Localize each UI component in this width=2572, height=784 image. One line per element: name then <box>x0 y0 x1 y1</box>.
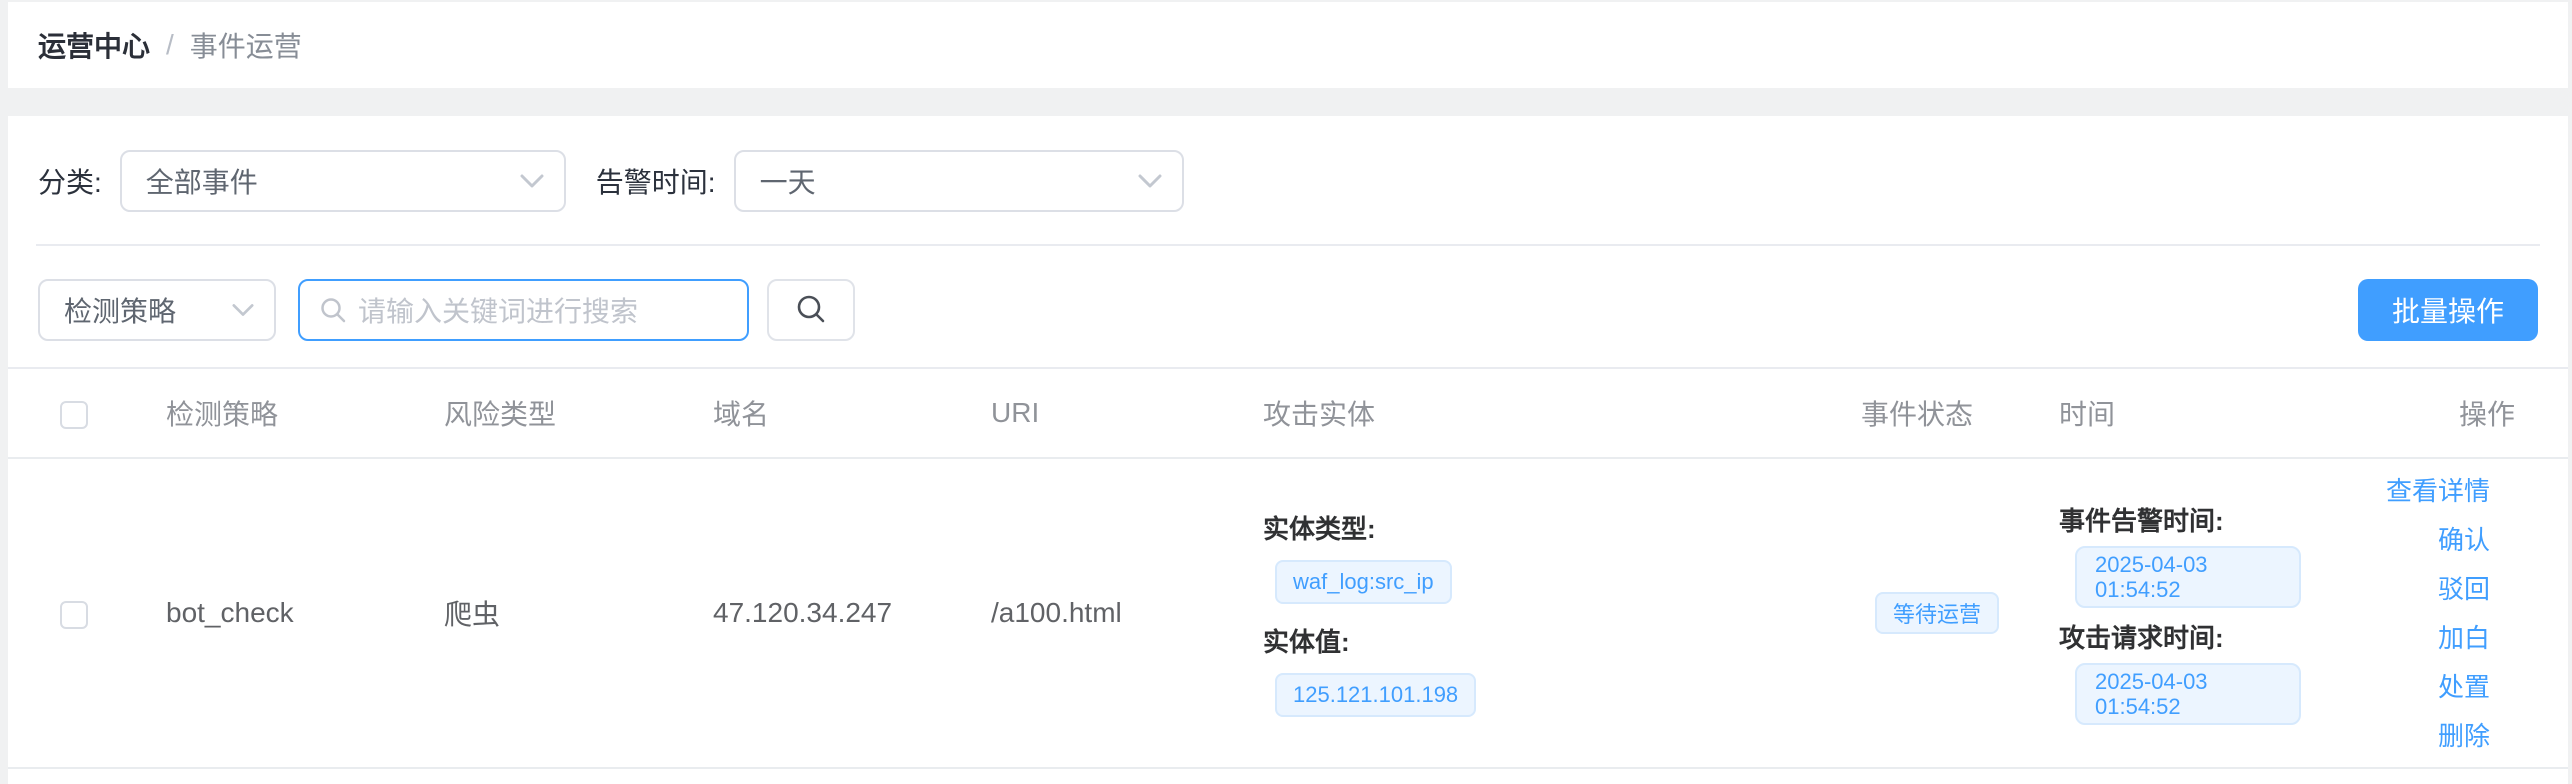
col-header-risk-type: 风险类型 <box>444 399 557 430</box>
cell-strategy: bot_check <box>166 597 294 628</box>
category-select-value: 全部事件 <box>145 167 258 198</box>
header-checkbox-cell <box>8 397 166 429</box>
search-icon <box>793 292 829 328</box>
col-header-attack-entity: 攻击实体 <box>1263 399 1376 430</box>
alert-time-select[interactable]: 一天 <box>733 150 1184 212</box>
table-header-row: 检测策略 风险类型 域名 URI 攻击实体 事件状态 时间 操作 <box>8 367 2568 459</box>
cell-risk-type: 爬虫 <box>444 599 501 630</box>
col-header-strategy: 检测策略 <box>166 399 279 430</box>
breadcrumb-separator: / <box>166 29 174 60</box>
action-whitelist[interactable]: 加白 <box>2438 623 2490 653</box>
entity-type-tag[interactable]: waf_log:src_ip <box>1275 560 1452 604</box>
search-button[interactable] <box>767 279 855 341</box>
toolbar-row: 检测策略 请输入关键词进行搜索 批量操作 <box>8 279 2568 341</box>
strategy-select[interactable]: 检测策略 <box>38 279 276 341</box>
col-header-uri: URI <box>991 397 1040 428</box>
category-select[interactable]: 全部事件 <box>119 150 566 212</box>
search-placeholder: 请输入关键词进行搜索 <box>358 296 639 327</box>
col-header-event-status: 事件状态 <box>1861 399 1974 430</box>
search-input[interactable]: 请输入关键词进行搜索 <box>298 279 749 341</box>
main-panel: 分类: 全部事件 告警时间: 一天 检测策略 请输入关键词进行搜索 批量操作 检… <box>8 116 2568 784</box>
table-row: bot_check 爬虫 47.120.34.247 /a100.html 实体… <box>8 459 2568 769</box>
breadcrumb-event-operations: 事件运营 <box>189 31 302 62</box>
action-view-details[interactable]: 查看详情 <box>2386 476 2490 506</box>
cell-actions: 查看详情 确认 驳回 加白 处置 删除 <box>2331 459 2568 767</box>
attack-time-title: 攻击请求时间: <box>2059 623 2224 653</box>
alert-time-tag: 2025-04-03 01:54:52 <box>2075 546 2301 608</box>
cell-uri: /a100.html <box>991 597 1122 628</box>
attack-time-tag: 2025-04-03 01:54:52 <box>2075 663 2301 725</box>
breadcrumb-operations-center[interactable]: 运营中心 <box>38 25 150 65</box>
action-confirm[interactable]: 确认 <box>2438 525 2490 555</box>
action-reject[interactable]: 驳回 <box>2438 574 2490 604</box>
category-label: 分类: <box>38 167 102 198</box>
alert-time-label: 告警时间: <box>595 167 716 198</box>
col-header-actions: 操作 <box>2458 399 2515 430</box>
chevron-down-icon <box>520 174 544 188</box>
action-delete[interactable]: 删除 <box>2438 721 2490 751</box>
chevron-down-icon <box>1138 174 1162 188</box>
entity-value-label: 实体值: <box>1263 627 1350 657</box>
col-header-domain: 域名 <box>713 399 770 430</box>
filter-row: 分类: 全部事件 告警时间: 一天 <box>8 116 2568 212</box>
alert-time-title: 事件告警时间: <box>2059 506 2224 536</box>
col-header-time: 时间 <box>2059 399 2116 430</box>
events-table: 检测策略 风险类型 域名 URI 攻击实体 事件状态 时间 操作 bot_che… <box>8 367 2568 769</box>
breadcrumb-bar: 运营中心 / 事件运营 <box>8 2 2568 88</box>
entity-value-tag[interactable]: 125.121.101.198 <box>1275 673 1477 717</box>
status-badge: 等待运营 <box>1875 592 2000 634</box>
cell-time: 事件告警时间: 2025-04-03 01:54:52 攻击请求时间: 2025… <box>2059 459 2331 767</box>
cell-attack-entity: 实体类型: waf_log:src_ip 实体值: 125.121.101.19… <box>1263 459 1861 767</box>
search-icon <box>318 295 348 325</box>
chevron-down-icon <box>232 304 254 317</box>
alert-time-select-value: 一天 <box>759 167 816 198</box>
cell-domain: 47.120.34.247 <box>713 597 893 628</box>
action-dispose[interactable]: 处置 <box>2438 672 2490 702</box>
strategy-select-value: 检测策略 <box>64 296 177 327</box>
batch-operation-button[interactable]: 批量操作 <box>2357 279 2538 341</box>
section-divider <box>36 244 2540 246</box>
cell-event-status: 等待运营 <box>1861 592 2059 634</box>
entity-type-label: 实体类型: <box>1263 514 1376 544</box>
row-checkbox-cell <box>8 597 166 629</box>
select-all-checkbox[interactable] <box>60 400 88 429</box>
row-checkbox[interactable] <box>60 600 88 629</box>
